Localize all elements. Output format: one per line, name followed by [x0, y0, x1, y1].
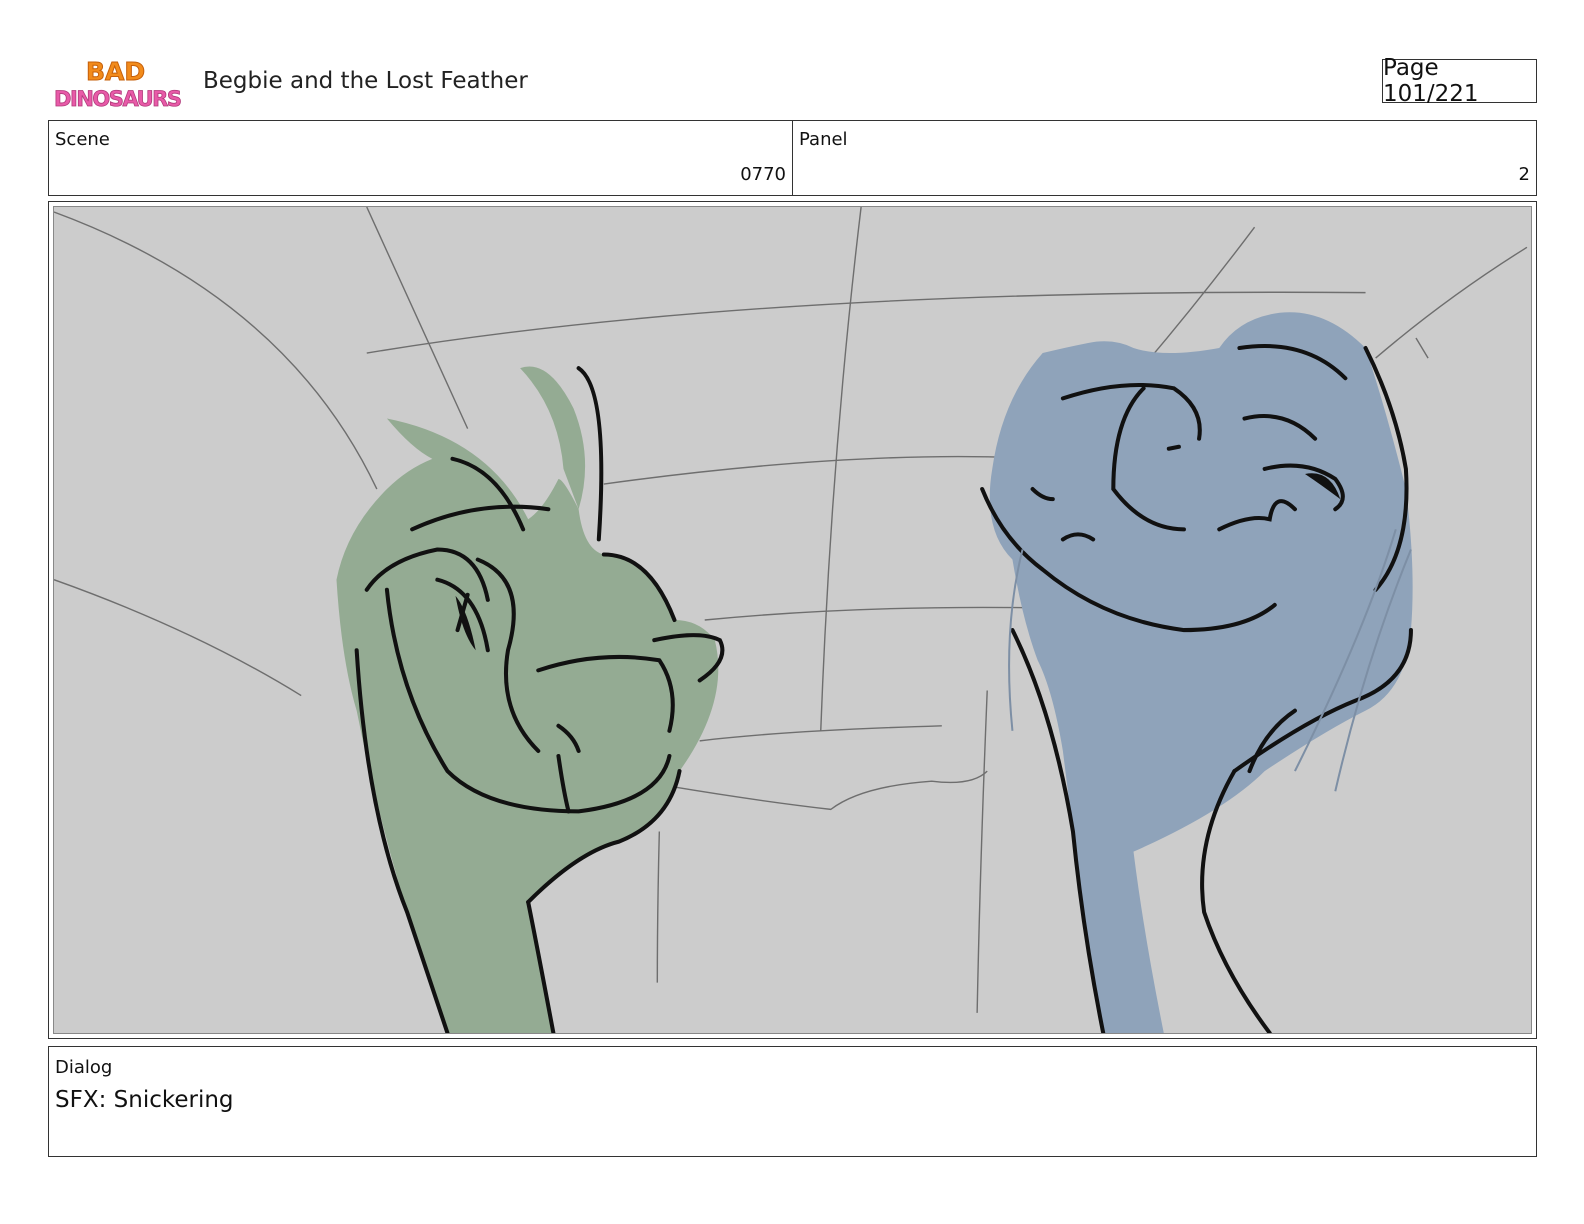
storyboard-image — [53, 206, 1532, 1034]
scene-value: 0770 — [740, 164, 786, 185]
svg-text:DINOSAURS: DINOSAURS — [54, 87, 182, 111]
svg-text:BAD: BAD — [86, 57, 145, 86]
dialog-box: Dialog SFX: Snickering — [48, 1046, 1537, 1157]
green-dinosaur — [336, 366, 725, 1033]
document-title: Begbie and the Lost Feather — [203, 68, 528, 94]
panel-cell: Panel 2 — [792, 121, 1536, 195]
dinosaur-sketch — [54, 207, 1528, 1033]
page-number: Page 101/221 — [1382, 55, 1537, 107]
panel-value: 2 — [1518, 164, 1530, 185]
bad-dinosaurs-logo: BAD DINOSAURS — [54, 57, 183, 112]
dialog-label: Dialog — [55, 1057, 113, 1078]
scene-cell: Scene 0770 — [49, 121, 792, 195]
blue-dinosaur — [980, 312, 1413, 1033]
scene-label: Scene — [55, 129, 110, 150]
panel-label: Panel — [799, 129, 848, 150]
storyboard-frame — [48, 201, 1537, 1039]
dialog-text: SFX: Snickering — [55, 1087, 234, 1113]
scene-panel-info: Scene 0770 Panel 2 — [48, 120, 1537, 196]
